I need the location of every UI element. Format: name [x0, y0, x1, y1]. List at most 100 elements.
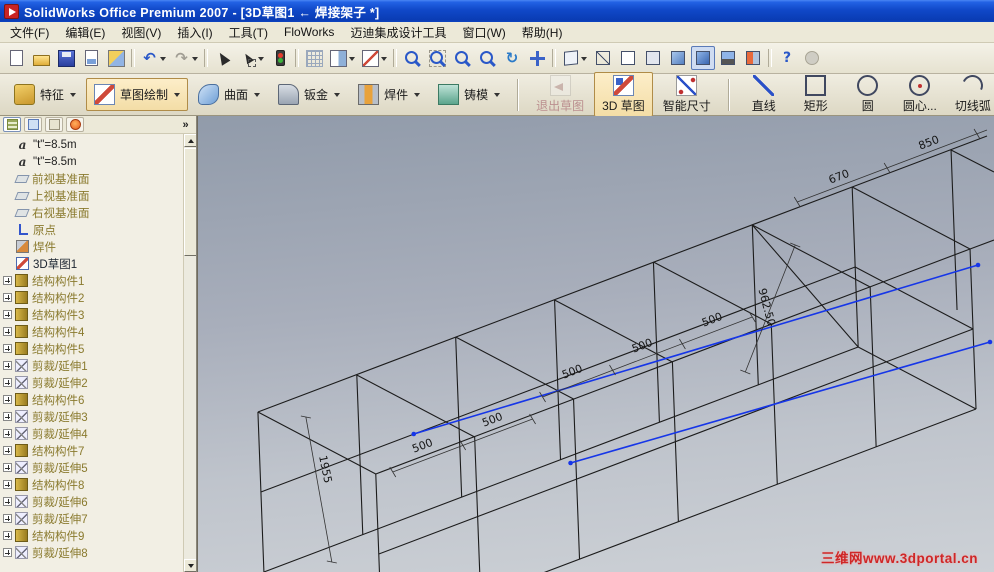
tree-item[interactable]: 剪裁/延伸5	[0, 459, 183, 476]
expander-plus-icon[interactable]	[3, 480, 12, 489]
tree-item[interactable]: 剪裁/延伸3	[0, 408, 183, 425]
tree-item[interactable]: 结构构件4	[0, 323, 183, 340]
rebuild-icon[interactable]	[268, 46, 292, 70]
expander-plus-icon[interactable]	[3, 293, 12, 302]
expander-plus-icon[interactable]	[3, 446, 12, 455]
pan-view-icon[interactable]	[525, 46, 549, 70]
dimension-label[interactable]: 962.50	[755, 287, 777, 328]
shaded-with-edges-icon[interactable]	[666, 46, 690, 70]
dimension-label[interactable]: 670	[827, 167, 851, 187]
cmd-3d-sketch-button[interactable]: 3D 草图	[594, 72, 653, 117]
tree-item[interactable]: 上视基准面	[0, 187, 183, 204]
viewport-canvas[interactable]: 670 850 962.50 1955 500 500 500 500 500	[198, 116, 994, 572]
undo-icon[interactable]	[138, 46, 169, 70]
redo-icon[interactable]	[170, 46, 201, 70]
tree-item[interactable]: 剪裁/延伸7	[0, 510, 183, 527]
tree-item[interactable]: 结构构件5	[0, 340, 183, 357]
cmd-mold-button[interactable]: 铸模	[430, 78, 508, 111]
cmd-rectangle-button[interactable]: 矩形	[791, 72, 841, 117]
help-icon[interactable]	[775, 46, 799, 70]
menu-file[interactable]: 文件(F)	[2, 22, 57, 43]
tree-item[interactable]: 焊件	[0, 238, 183, 255]
tree-item[interactable]: 3D草图1	[0, 255, 183, 272]
cmd-tangent-arc-button[interactable]: 切线弧	[947, 72, 994, 117]
standard-views-icon[interactable]	[559, 46, 590, 70]
zoom-area-icon[interactable]	[425, 46, 449, 70]
posts-back-frame[interactable]	[257, 186, 859, 572]
cmd-centerpoint-arc-button[interactable]: 圆心...	[895, 72, 945, 117]
hidden-lines-removed-icon[interactable]	[641, 46, 665, 70]
expander-plus-icon[interactable]	[3, 310, 12, 319]
inactive-icon[interactable]	[800, 46, 824, 70]
save-icon[interactable]	[54, 46, 78, 70]
menu-insert[interactable]: 插入(I)	[169, 22, 220, 43]
expander-plus-icon[interactable]	[3, 378, 12, 387]
make-assembly-icon[interactable]	[104, 46, 128, 70]
shadows-icon[interactable]	[716, 46, 740, 70]
expander-plus-icon[interactable]	[3, 344, 12, 353]
expander-plus-icon[interactable]	[3, 395, 12, 404]
cmd-exit-sketch-button[interactable]: 退出草图	[528, 72, 592, 117]
tree-item[interactable]: "t"=8.5m	[0, 136, 183, 153]
cmd-weldments-button[interactable]: 焊件	[350, 78, 428, 111]
cmd-features-button[interactable]: 特征	[6, 78, 84, 111]
cmd-circle-button[interactable]: 圆	[843, 72, 893, 117]
tree-item[interactable]: 结构构件1	[0, 272, 183, 289]
tree-item[interactable]: 剪裁/延伸4	[0, 425, 183, 442]
tree-item[interactable]: 结构构件9	[0, 527, 183, 544]
tree-item[interactable]: 结构构件2	[0, 289, 183, 306]
expander-plus-icon[interactable]	[3, 361, 12, 370]
tree-item[interactable]: 原点	[0, 221, 183, 238]
tree-item[interactable]: 剪裁/延伸1	[0, 357, 183, 374]
shaded-icon[interactable]	[691, 46, 715, 70]
title-bar[interactable]: SolidWorks Office Premium 2007 - [3D草图1 …	[0, 0, 994, 22]
menu-help[interactable]: 帮助(H)	[514, 22, 571, 43]
scroll-down-icon[interactable]	[184, 559, 196, 572]
tree-item[interactable]: 剪裁/延伸6	[0, 493, 183, 510]
cmd-line-button[interactable]: 直线	[739, 72, 789, 117]
dimension-label[interactable]: 850	[917, 133, 941, 153]
rails-front-frame[interactable]	[375, 248, 977, 572]
menu-tools[interactable]: 工具(T)	[221, 22, 276, 43]
tree-item[interactable]: 结构构件7	[0, 442, 183, 459]
featuremanager-tab[interactable]	[3, 117, 21, 132]
tree-item[interactable]: 剪裁/延伸8	[0, 544, 183, 561]
selection-filter-icon[interactable]	[236, 46, 267, 70]
expander-plus-icon[interactable]	[3, 531, 12, 540]
selected-sketch-lines[interactable]	[413, 264, 991, 464]
sketch-geometry[interactable]	[257, 135, 994, 572]
addin-tab[interactable]	[66, 117, 84, 132]
propertymanager-tab[interactable]	[24, 117, 42, 132]
wireframe-icon[interactable]	[591, 46, 615, 70]
hidden-lines-visible-icon[interactable]	[616, 46, 640, 70]
configurationmanager-tab[interactable]	[45, 117, 63, 132]
panel-expand-icon[interactable]	[178, 117, 193, 132]
scrollbar-thumb[interactable]	[184, 148, 196, 256]
select-icon[interactable]	[211, 46, 235, 70]
expander-plus-icon[interactable]	[3, 429, 12, 438]
sketch-settings-icon[interactable]	[359, 46, 390, 70]
zoom-fit-icon[interactable]	[400, 46, 424, 70]
cross-members[interactable]	[257, 186, 977, 475]
tree-item[interactable]: 右视基准面	[0, 204, 183, 221]
menu-maidi-tools[interactable]: 迈迪集成设计工具	[342, 22, 454, 43]
dimension-label[interactable]: 500	[630, 336, 654, 356]
selected-sketch-line[interactable]	[570, 341, 991, 464]
tree-scrollbar[interactable]	[183, 134, 196, 572]
cmd-sketch-button[interactable]: 草图绘制	[86, 78, 189, 111]
tree-item[interactable]: 结构构件3	[0, 306, 183, 323]
expander-plus-icon[interactable]	[3, 412, 12, 421]
scroll-up-icon[interactable]	[184, 134, 196, 147]
tree-item[interactable]: 剪裁/延伸2	[0, 374, 183, 391]
expander-plus-icon[interactable]	[3, 548, 12, 557]
expander-plus-icon[interactable]	[3, 514, 12, 523]
new-document-icon[interactable]	[4, 46, 28, 70]
cmd-surfaces-button[interactable]: 曲面	[190, 78, 268, 111]
zoom-in-out-icon[interactable]	[450, 46, 474, 70]
sketch-grid-icon[interactable]	[302, 46, 326, 70]
make-drawing-icon[interactable]	[79, 46, 103, 70]
expander-plus-icon[interactable]	[3, 463, 12, 472]
open-document-icon[interactable]	[29, 46, 53, 70]
tree-item[interactable]: 结构构件6	[0, 391, 183, 408]
menu-edit[interactable]: 编辑(E)	[57, 22, 113, 43]
